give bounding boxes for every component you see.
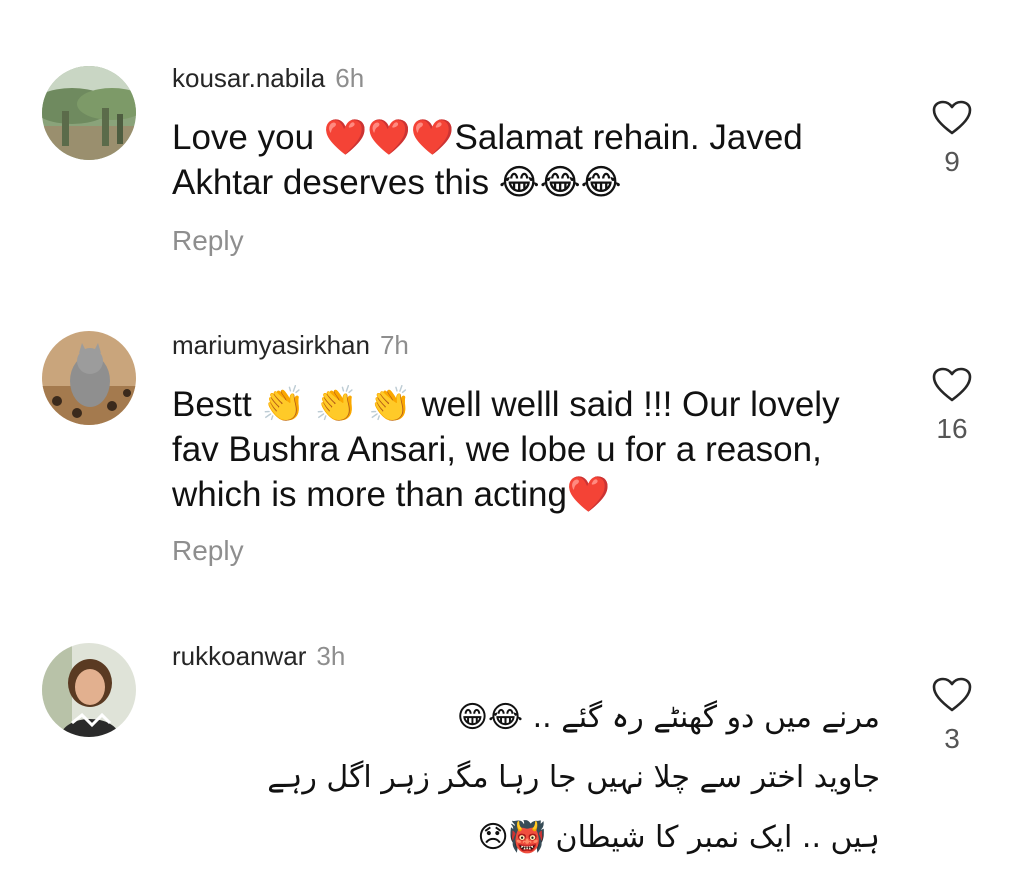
timestamp: 7h — [379, 330, 409, 360]
like-button[interactable]: 9 — [920, 100, 984, 178]
avatar[interactable] — [42, 643, 136, 737]
username[interactable]: kousar.nabila — [172, 63, 325, 93]
avatar-image — [42, 331, 136, 425]
like-count: 3 — [944, 723, 960, 754]
avatar[interactable] — [42, 331, 136, 425]
reply-button[interactable]: Reply — [172, 534, 244, 568]
comment-meta: kousar.nabila 6h — [172, 62, 364, 94]
timestamp: 3h — [316, 641, 346, 671]
like-button[interactable]: 16 — [920, 367, 984, 445]
avatar[interactable] — [42, 66, 136, 160]
comment-text-line: مرنے میں دو گھنٹے رہ گئے .. 😂😁 — [456, 700, 880, 735]
comment-meta: rukkoanwar 3h — [172, 640, 345, 672]
heart-outline-icon — [932, 677, 972, 712]
comment-text: Love you ❤️❤️❤️Salamat rehain. Javed Akh… — [172, 118, 803, 202]
username[interactable]: rukkoanwar — [172, 641, 306, 671]
heart-outline-icon — [932, 100, 972, 135]
heart-outline-icon — [932, 367, 972, 402]
comment-meta: mariumyasirkhan 7h — [172, 329, 409, 361]
username[interactable]: mariumyasirkhan — [172, 330, 370, 360]
like-count: 16 — [936, 413, 968, 444]
like-button[interactable]: 3 — [920, 677, 984, 755]
avatar-image — [42, 66, 136, 160]
reply-button[interactable]: Reply — [172, 224, 244, 258]
comment-text: Bestt 👏 👏 👏 well welll said !!! Our love… — [172, 385, 840, 514]
comment-text-line: ہیں .. ایک نمبر کا شیطان 👹😞 — [477, 820, 880, 855]
comment-text-line: جاوید اختر سے چلا نہیں جا رہا مگر زہر اگ… — [267, 760, 880, 795]
like-count: 9 — [944, 146, 960, 177]
timestamp: 6h — [335, 63, 365, 93]
avatar-image — [42, 643, 136, 737]
comment-text: مرنے میں دو گھنٹے رہ گئے .. 😂😁 جاوید اخت… — [230, 688, 880, 868]
